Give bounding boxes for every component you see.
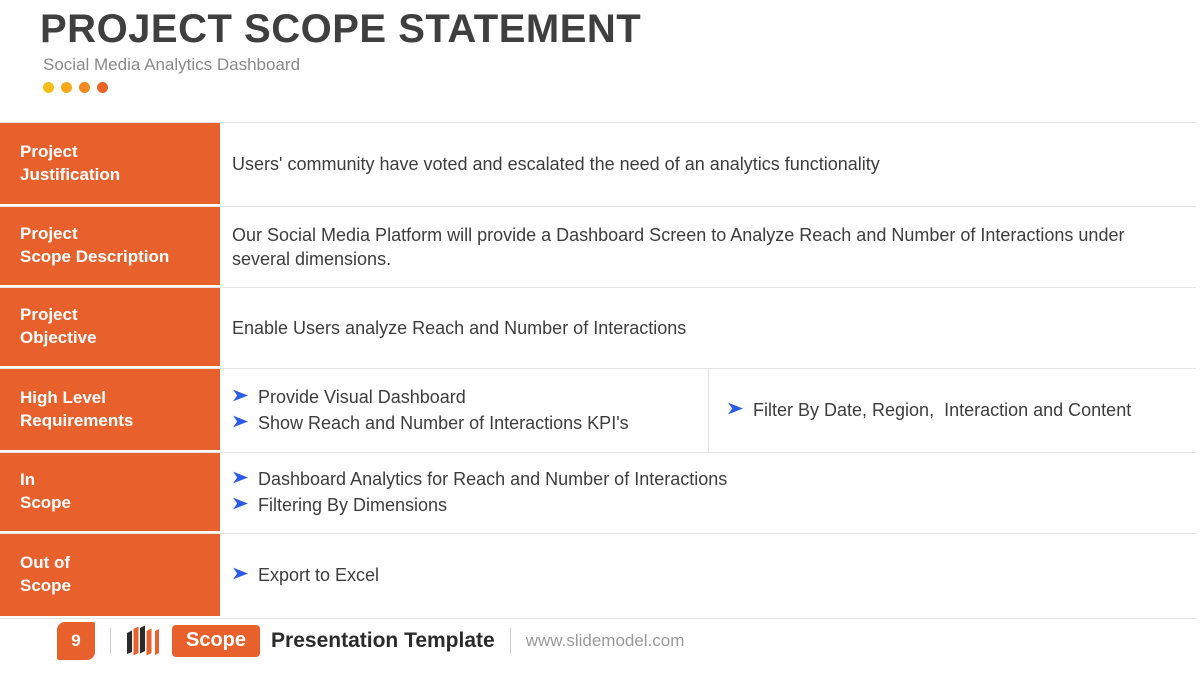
slidemodel-logo-icon bbox=[126, 625, 160, 657]
table-row: Project Justification Users' community h… bbox=[0, 123, 1196, 207]
row-content-out-of-scope: Export to Excel bbox=[220, 534, 1196, 618]
row-label-justification: Project Justification bbox=[0, 123, 220, 206]
row-content-in-scope: Dashboard Analytics for Reach and Number… bbox=[220, 453, 1196, 533]
row-label-objective: Project Objective bbox=[0, 288, 220, 368]
dot-icon-1 bbox=[43, 81, 54, 93]
list-item: Filter By Date, Region, Interaction and … bbox=[727, 398, 1178, 424]
row-content-justification: Users' community have voted and escalate… bbox=[220, 123, 1196, 206]
row-label-scope-description: Project Scope Description bbox=[0, 207, 220, 287]
row-label-high-level-requirements: High Level Requirements bbox=[0, 369, 220, 452]
bullet-list: Export to Excel bbox=[232, 563, 1178, 589]
dot-icon-3 bbox=[79, 81, 90, 93]
slide-header: PROJECT SCOPE STATEMENT Social Media Ana… bbox=[40, 7, 1160, 93]
list-item-label: Export to Excel bbox=[258, 565, 380, 586]
list-item: Export to Excel bbox=[232, 563, 1178, 589]
row-text: Users' community have voted and escalate… bbox=[232, 154, 880, 175]
row-label-line: Project bbox=[20, 224, 78, 244]
table-row: Project Objective Enable Users analyze R… bbox=[0, 288, 1196, 369]
row-label-line: Objective bbox=[20, 328, 97, 347]
row-label-line: High Level bbox=[20, 387, 106, 407]
row-content-high-level-right: Filter By Date, Region, Interaction and … bbox=[709, 369, 1196, 452]
page-subtitle: Social Media Analytics Dashboard bbox=[43, 55, 301, 75]
arrow-bullet-icon bbox=[232, 471, 249, 484]
dot-icon-2 bbox=[61, 81, 72, 93]
row-label-line: Justification bbox=[20, 164, 121, 184]
bullet-list: Provide Visual Dashboard Show Reach and … bbox=[232, 385, 690, 436]
row-text: Our Social Media Platform will provide a… bbox=[232, 224, 1125, 269]
table-row: Project Scope Description Our Social Med… bbox=[0, 207, 1196, 288]
row-label-line: Project bbox=[20, 141, 78, 161]
arrow-bullet-icon bbox=[232, 415, 249, 428]
list-item: Filtering By Dimensions bbox=[232, 493, 1178, 519]
list-item: Dashboard Analytics for Reach and Number… bbox=[232, 467, 1178, 493]
arrow-bullet-icon bbox=[232, 389, 249, 402]
decorative-dot-row bbox=[43, 81, 1160, 93]
row-label-line: Scope bbox=[20, 493, 72, 512]
row-text: Enable Users analyze Reach and Number of… bbox=[232, 317, 687, 338]
row-label-out-of-scope: Out of Scope bbox=[0, 534, 220, 618]
table-row: High Level Requirements Provide Visual D… bbox=[0, 369, 1196, 453]
list-item: Provide Visual Dashboard bbox=[232, 385, 690, 411]
list-item-label: Filter By Date, Region, Interaction and … bbox=[753, 399, 1132, 420]
table-row: In Scope Dashboard Analytics for Reach a… bbox=[0, 453, 1196, 534]
row-label-line: Requirements bbox=[20, 410, 134, 430]
list-item-label: Provide Visual Dashboard bbox=[258, 386, 466, 407]
list-item-label: Dashboard Analytics for Reach and Number… bbox=[258, 469, 728, 490]
scope-statement-table: Project Justification Users' community h… bbox=[0, 122, 1196, 619]
footer-url[interactable]: www.slidemodel.com bbox=[526, 631, 685, 651]
arrow-bullet-icon bbox=[232, 567, 249, 580]
row-label-line: Project bbox=[20, 305, 78, 325]
slide: PROJECT SCOPE STATEMENT Social Media Ana… bbox=[0, 0, 1200, 675]
slide-footer: 9 Scope Presentation Template www.slidem… bbox=[0, 607, 1200, 675]
arrow-bullet-icon bbox=[232, 497, 249, 510]
list-item-label: Filtering By Dimensions bbox=[258, 495, 448, 515]
row-label-line: Scope Description bbox=[20, 247, 170, 266]
row-content-objective: Enable Users analyze Reach and Number of… bbox=[220, 288, 1196, 368]
row-label-in-scope: In Scope bbox=[0, 453, 220, 533]
footer-title: Presentation Template bbox=[271, 629, 495, 652]
row-label-line: In bbox=[20, 470, 36, 490]
bullet-list: Dashboard Analytics for Reach and Number… bbox=[232, 467, 1178, 518]
list-item: Show Reach and Number of Interactions KP… bbox=[232, 411, 690, 437]
row-content-scope-description: Our Social Media Platform will provide a… bbox=[220, 207, 1196, 287]
page-number-badge: 9 bbox=[57, 622, 95, 660]
footer-divider-1 bbox=[110, 628, 111, 654]
page-title: PROJECT SCOPE STATEMENT bbox=[40, 7, 642, 51]
row-label-line: Scope bbox=[20, 576, 72, 595]
scope-badge: Scope bbox=[172, 625, 261, 657]
arrow-bullet-icon bbox=[727, 402, 744, 415]
list-item-label: Show Reach and Number of Interactions KP… bbox=[258, 412, 629, 433]
row-label-line: Out of bbox=[20, 553, 71, 573]
footer-divider-2 bbox=[509, 628, 511, 654]
row-content-high-level-left: Provide Visual Dashboard Show Reach and … bbox=[220, 369, 709, 452]
dot-icon-4 bbox=[97, 81, 108, 93]
bullet-list: Filter By Date, Region, Interaction and … bbox=[727, 398, 1178, 424]
